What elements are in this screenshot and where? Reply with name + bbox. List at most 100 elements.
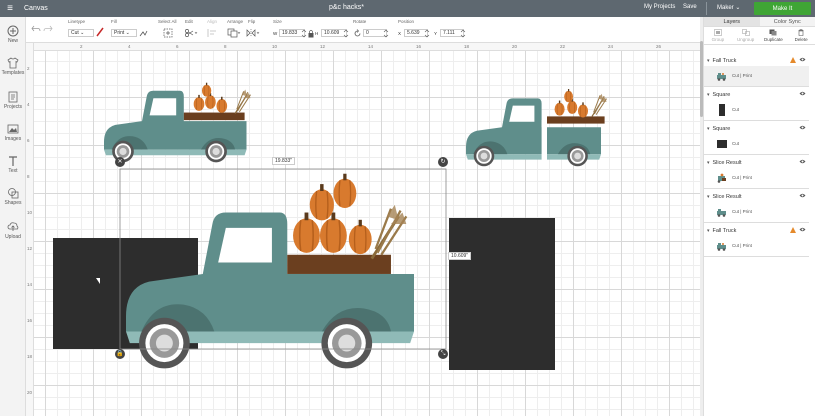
linetype-label: Linetype (68, 19, 86, 24)
sidebar-item-new[interactable]: New (0, 25, 26, 44)
duplicate-button[interactable]: Duplicate (760, 27, 788, 44)
arrange-icon[interactable] (227, 28, 241, 38)
eye-icon[interactable] (799, 125, 806, 130)
chevron-down-icon[interactable]: ▾ (707, 194, 710, 200)
pen-color-icon (96, 27, 104, 37)
truck-thumbnail-icon (717, 243, 726, 251)
eye-icon[interactable] (799, 227, 806, 232)
design-canvas[interactable]: ✕ ↻ 🔒 ⤡ 19.833" 10.609" (34, 51, 700, 416)
ruler-tick-label: 8 (27, 174, 30, 179)
chevron-down-icon[interactable]: ▾ (707, 126, 710, 132)
eye-icon[interactable] (799, 159, 806, 164)
ruler-tick-label: 18 (464, 44, 470, 49)
width-stepper-icon[interactable] (301, 28, 307, 39)
design-panel: New Templates Projects Images Text Shape… (0, 17, 26, 416)
group-button[interactable]: Group (704, 27, 732, 44)
divider (706, 2, 707, 15)
menu-icon[interactable]: ≡ (0, 3, 20, 14)
chevron-down-icon[interactable]: ▾ (707, 228, 710, 234)
flip-icon[interactable] (246, 28, 260, 38)
group-icon (714, 29, 722, 36)
ruler-tick-label: 12 (27, 246, 33, 251)
square-right (449, 218, 555, 370)
ruler-tick-label: 24 (608, 44, 614, 49)
ruler-tick-label: 16 (27, 318, 33, 323)
square-thumbnail-icon (719, 104, 725, 116)
panel-tabs: Layers Color Sync (704, 17, 815, 27)
save-button[interactable]: Save (683, 4, 697, 10)
truck-sliced-right (466, 88, 608, 167)
layers-panel: Layers Color Sync Group Ungroup Duplicat… (703, 17, 815, 416)
height-stepper-icon[interactable] (343, 28, 349, 39)
app-title: Canvas (24, 5, 48, 12)
sidebar-item-text[interactable]: Text (0, 155, 26, 174)
rotate-stepper-icon[interactable] (383, 28, 389, 39)
ruler-tick-label: 10 (272, 44, 278, 49)
truck-small-left (104, 82, 252, 163)
layer-item[interactable]: ▾ Fall Truck Cut | Print (704, 55, 809, 87)
align-icon[interactable] (206, 28, 220, 38)
tab-layers[interactable]: Layers (704, 17, 760, 26)
ruler-tick-label: 20 (512, 44, 518, 49)
layer-item[interactable]: ▾ Slice Result Cut | Print (704, 191, 809, 223)
trash-icon (798, 29, 804, 36)
ruler-tick-label: 18 (27, 354, 33, 359)
shapes-icon (8, 188, 19, 199)
projects-icon (8, 91, 18, 103)
layer-actions: Group Ungroup Duplicate Delete (704, 27, 815, 45)
sidebar-item-images[interactable]: Images (0, 123, 26, 142)
layer-item[interactable]: ▾ Fall Truck Cut | Print (704, 225, 809, 257)
tab-color-sync[interactable]: Color Sync (760, 17, 815, 26)
ruler-tick-label: 2 (27, 66, 30, 71)
ruler-tick-label: 6 (176, 44, 179, 49)
redo-icon[interactable] (43, 25, 53, 33)
sidebar-item-shapes[interactable]: Shapes (0, 187, 26, 206)
ruler-tick-label: 22 (560, 44, 566, 49)
make-it-button[interactable]: Make It (754, 2, 811, 15)
delete-handle[interactable]: ✕ (115, 157, 125, 167)
sidebar-item-upload[interactable]: Upload (0, 221, 26, 240)
chevron-down-icon[interactable]: ▾ (707, 92, 710, 98)
linetype-select[interactable]: Cut ⌄ (68, 29, 94, 37)
position-label: Position (398, 19, 415, 24)
document-title: p&c hacks* (329, 4, 365, 11)
lock-handle[interactable]: 🔒 (115, 349, 125, 359)
chevron-down-icon[interactable]: ▾ (707, 58, 710, 64)
lock-icon[interactable] (308, 29, 314, 38)
machine-select[interactable]: Maker ⌄ (717, 4, 740, 11)
ungroup-button[interactable]: Ungroup (732, 27, 760, 44)
chevron-down-icon[interactable]: ▾ (707, 160, 710, 166)
select-all-label: Select All (158, 19, 177, 24)
eye-icon[interactable] (799, 193, 806, 198)
select-all-icon[interactable] (163, 28, 173, 38)
sidebar-item-templates[interactable]: Templates (0, 57, 26, 76)
ruler-tick-label: 12 (320, 44, 326, 49)
rotate-handle[interactable]: ↻ (438, 157, 448, 167)
x-stepper-icon[interactable] (424, 28, 430, 39)
duplicate-icon (769, 29, 777, 36)
rotate-icon (354, 29, 361, 37)
eye-icon[interactable] (799, 57, 806, 62)
delete-button[interactable]: Delete (787, 27, 815, 44)
fill-select[interactable]: Print ⌄ (111, 29, 137, 37)
layer-item[interactable]: ▾ Square Cut (704, 123, 809, 155)
warning-icon (790, 57, 796, 63)
sidebar-item-projects[interactable]: Projects (0, 91, 26, 110)
width-dimension-label: 19.833" (272, 157, 296, 165)
warning-icon (790, 227, 796, 233)
my-projects-link[interactable]: My Projects (644, 4, 675, 10)
edit-scissors-icon[interactable] (184, 28, 198, 38)
eye-icon[interactable] (799, 91, 806, 96)
layer-item[interactable]: ▾ Square Cut (704, 89, 809, 121)
upload-icon (7, 222, 19, 231)
x-label: X (398, 31, 402, 36)
layer-item[interactable]: ▾ Slice Result Cut | Print (704, 157, 809, 189)
linetype-color-swatch[interactable] (96, 27, 104, 37)
text-icon (9, 156, 17, 166)
ruler-tick-label: 10 (27, 210, 33, 215)
print-pattern-icon[interactable] (139, 30, 148, 37)
plus-icon (7, 25, 19, 37)
y-stepper-icon[interactable] (460, 28, 466, 39)
undo-icon[interactable] (31, 25, 41, 33)
resize-handle[interactable]: ⤡ (438, 349, 448, 359)
